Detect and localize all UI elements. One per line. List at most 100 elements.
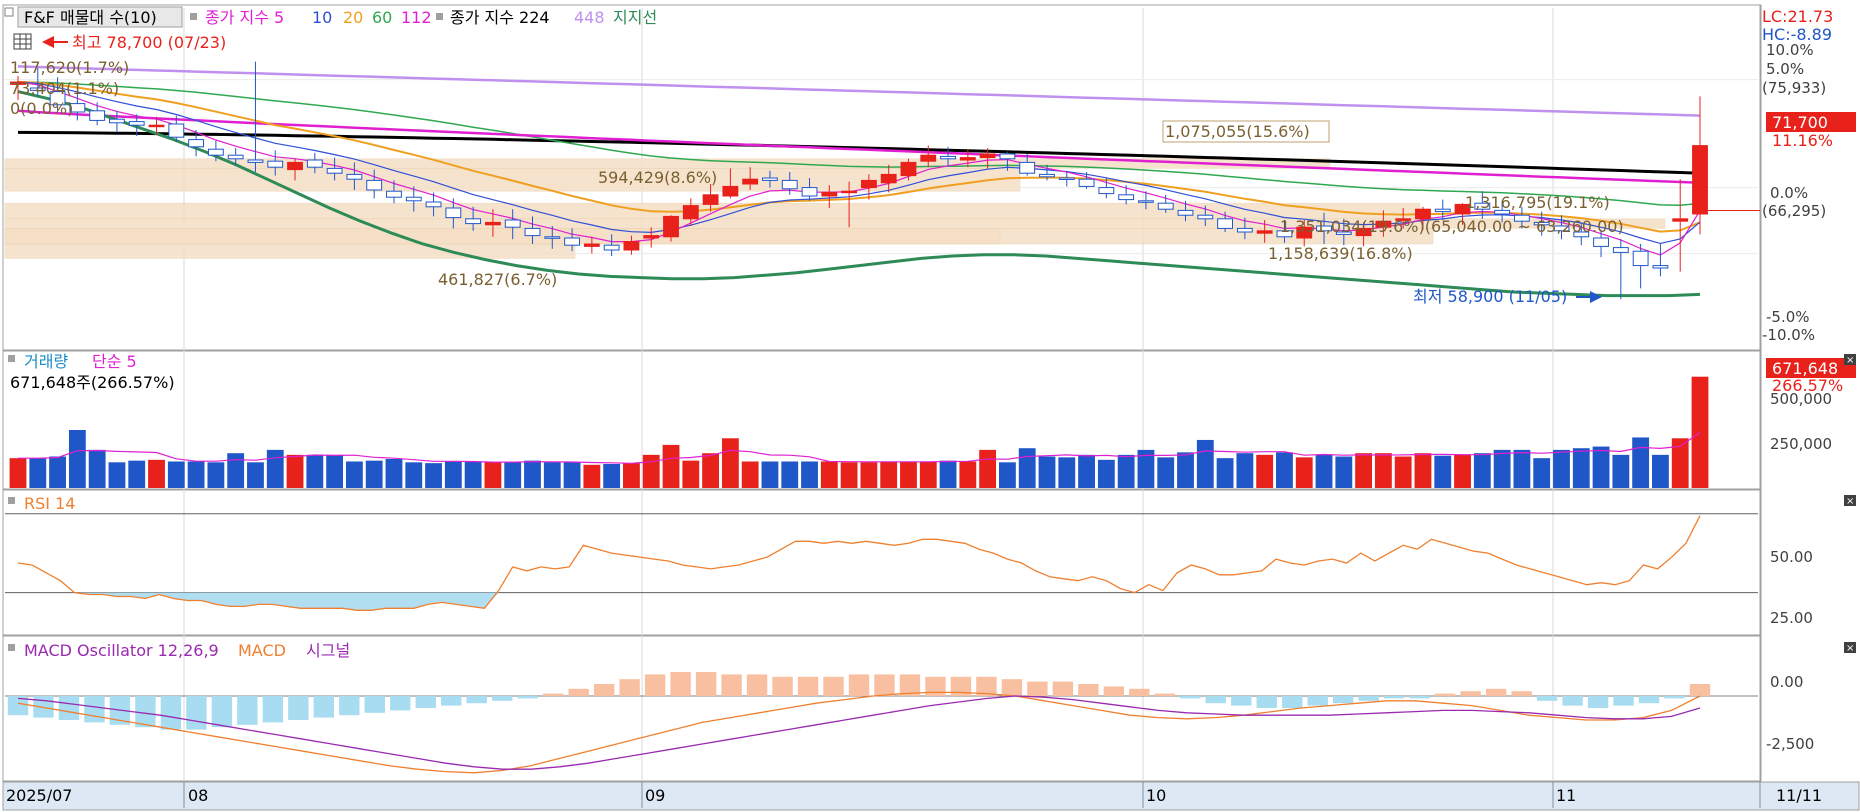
axis-zero: 0.0% bbox=[1770, 184, 1808, 202]
volume-bar bbox=[227, 453, 245, 488]
macd-osc-bar bbox=[1460, 691, 1481, 696]
candle-body bbox=[366, 179, 383, 191]
volume-legend-marker[interactable] bbox=[8, 355, 15, 362]
volume-bar bbox=[1572, 448, 1590, 488]
candle-body bbox=[583, 243, 600, 247]
volume-bar bbox=[266, 449, 284, 488]
candle-body bbox=[484, 221, 501, 226]
x-label-right: 11/11 bbox=[1776, 786, 1822, 805]
volume-band-label: 1,158,639(16.8%) bbox=[1268, 244, 1413, 263]
candle-body bbox=[841, 190, 858, 194]
volume-bar bbox=[167, 461, 185, 488]
macd-osc-bar bbox=[262, 696, 284, 723]
candle-body bbox=[801, 187, 818, 197]
x-label-2025-07: 2025/07 bbox=[6, 786, 72, 805]
volume-band-label: 1,351,034(19.6%)(65,040.00 ~ 63,260.00) bbox=[1280, 217, 1624, 236]
volume-band bbox=[4, 243, 576, 259]
candle-body bbox=[207, 148, 224, 156]
macd-osc-bar bbox=[1409, 696, 1430, 699]
rsi-axis-50: 50.00 bbox=[1770, 548, 1813, 566]
macd-osc-bar bbox=[1664, 696, 1685, 699]
volume-bar bbox=[900, 461, 917, 488]
volume-axis-500k: 500,000 bbox=[1770, 390, 1832, 408]
candle-body bbox=[544, 236, 561, 239]
volume-bar bbox=[1018, 448, 1036, 488]
macd-osc-bar bbox=[58, 696, 80, 720]
axis-plus5: 5.0% bbox=[1766, 60, 1804, 78]
volume-bar bbox=[880, 461, 898, 488]
volume-bar bbox=[1414, 453, 1432, 488]
macd-legend-marker[interactable] bbox=[8, 644, 15, 651]
candle-body bbox=[168, 123, 185, 138]
legend-toggle-icon[interactable] bbox=[4, 7, 14, 17]
macd-osc-bar bbox=[1231, 696, 1252, 706]
volume-bar bbox=[1058, 457, 1076, 488]
candle-body bbox=[188, 139, 205, 148]
low-arrow-icon bbox=[1590, 291, 1602, 303]
candle-body bbox=[762, 177, 778, 181]
rsi-legend-marker[interactable] bbox=[8, 497, 15, 504]
volume-band-label: 1,075,055(15.6%) bbox=[1165, 122, 1310, 141]
macd-osc-bar bbox=[1256, 696, 1277, 708]
rsi-oversold-fill bbox=[18, 592, 499, 611]
macd-osc-bar bbox=[1536, 696, 1558, 701]
volume-bar bbox=[1473, 453, 1491, 488]
axis-plus5-value: (75,933) bbox=[1762, 79, 1826, 97]
macd-osc-bar bbox=[466, 696, 487, 704]
legend-ma10: 10 bbox=[312, 8, 332, 27]
macd-osc-bar bbox=[848, 674, 870, 696]
volume-band-label: 1,316,795(19.1%) bbox=[1465, 193, 1610, 212]
legend-marker-ma224 bbox=[436, 13, 443, 20]
volume-bar bbox=[623, 463, 640, 488]
legend-ma5: 종가 지수 5 bbox=[205, 8, 284, 27]
candle-body bbox=[148, 124, 165, 128]
candle-body bbox=[1157, 202, 1174, 210]
macd-osc-bar bbox=[874, 674, 895, 696]
candle-body bbox=[1612, 247, 1629, 253]
macd-osc-bar bbox=[517, 696, 538, 699]
rsi-panel-frame bbox=[2, 489, 1762, 636]
macd-osc-bar bbox=[1307, 696, 1328, 706]
volume-bar bbox=[1295, 457, 1313, 488]
macd-osc-bar bbox=[721, 674, 742, 696]
low-price-label: 최저 58,900 (11/05) bbox=[1413, 287, 1567, 306]
macd-osc-bar bbox=[160, 696, 182, 730]
volume-bar bbox=[1553, 449, 1570, 488]
volume-bars bbox=[9, 376, 1709, 488]
legend-marker-ma bbox=[190, 13, 197, 20]
macd-osc-bar bbox=[1282, 696, 1303, 708]
candle-body bbox=[959, 157, 976, 161]
candle-body bbox=[227, 154, 244, 160]
x-axis: 2025/07 08 09 10 11 11/11 bbox=[2, 781, 1860, 811]
candle-body bbox=[920, 154, 937, 162]
macd-osc-bar bbox=[593, 684, 615, 696]
volume-bar bbox=[1315, 454, 1333, 488]
table-icon[interactable] bbox=[13, 33, 32, 50]
candle-body bbox=[524, 227, 541, 237]
macd-osc-bar bbox=[1052, 681, 1074, 696]
volume-bar bbox=[721, 438, 739, 488]
volume-bar bbox=[49, 456, 66, 488]
candle-body bbox=[1058, 177, 1075, 180]
volume-bar bbox=[405, 462, 423, 488]
candle-body bbox=[1078, 178, 1095, 187]
volume-bar bbox=[1335, 456, 1353, 488]
volume-bar bbox=[464, 461, 482, 488]
macd-osc-bar bbox=[364, 696, 385, 713]
volume-bar bbox=[959, 461, 977, 488]
candle-body bbox=[1177, 209, 1194, 216]
macd-legend: MACD Oscillator 12,26,9 MACD 시그널 bbox=[8, 641, 350, 660]
macd-osc-bar bbox=[1129, 688, 1150, 696]
volume-bar bbox=[840, 462, 858, 488]
candle-body bbox=[940, 155, 956, 160]
candle-body bbox=[821, 191, 838, 197]
x-label-11: 11 bbox=[1556, 786, 1576, 805]
volume-bar bbox=[1434, 455, 1452, 488]
price-right-axis: LC:21.73 HC:-8.89 10.0% 5.0% (75,933) 71… bbox=[1762, 7, 1856, 344]
volume-band bbox=[4, 228, 1001, 245]
volume-bar bbox=[999, 462, 1016, 488]
volume-bar bbox=[306, 454, 324, 488]
candle-body bbox=[1019, 161, 1036, 174]
high-price-label: 최고 78,700 (07/23) bbox=[72, 33, 226, 52]
volume-bar bbox=[1177, 452, 1194, 488]
